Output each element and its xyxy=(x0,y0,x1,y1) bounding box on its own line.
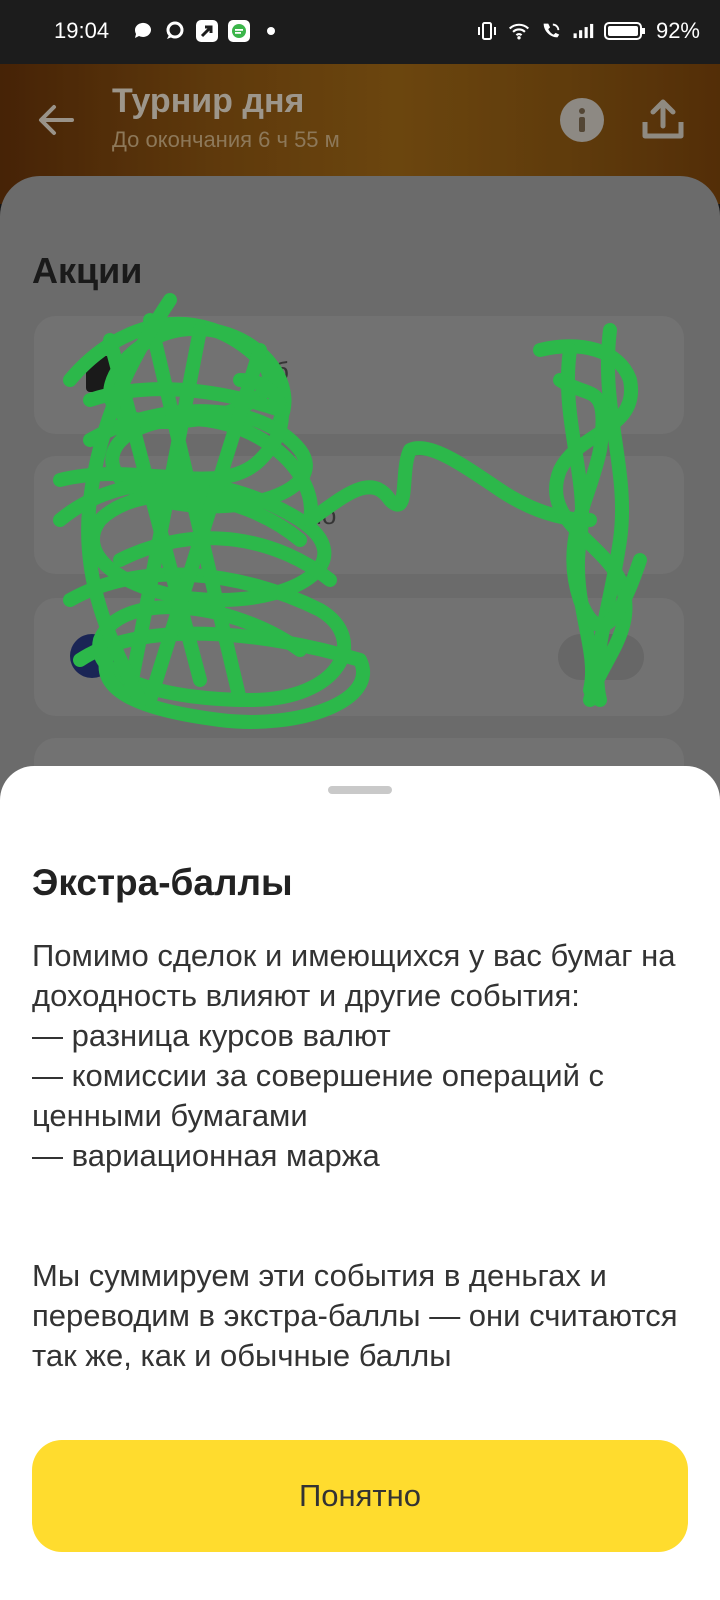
sheet-list-item: — разница курсов валют xyxy=(32,1018,391,1053)
status-bar: 19:04 92% xyxy=(0,0,720,64)
chat-app-icon xyxy=(228,20,250,42)
vibrate-icon xyxy=(476,20,498,42)
sheet-body: Помимо сделок и имеющихся у вас бумаг на… xyxy=(32,936,692,1176)
chat-bubble-icon xyxy=(132,20,154,42)
wifi-icon xyxy=(508,20,530,42)
sheet-title: Экстра-баллы xyxy=(32,862,293,903)
message-icon xyxy=(164,20,186,42)
battery-icon xyxy=(603,20,646,42)
sheet-intro: Помимо сделок и имеющихся у вас бумаг на… xyxy=(32,938,676,1013)
battery-percent: 92% xyxy=(655,18,700,43)
signal-icon xyxy=(572,20,594,42)
bottom-sheet: Экстра-баллы Помимо сделок и имеющихся у… xyxy=(0,766,720,1600)
sheet-handle[interactable] xyxy=(328,786,392,794)
notification-icons xyxy=(132,20,282,42)
sheet-list-item: — вариационная маржа xyxy=(32,1138,380,1173)
sheet-list-item: — комиссии за совершение операций с ценн… xyxy=(32,1058,605,1133)
clock: 19:04 xyxy=(54,18,110,43)
arrow-up-right-icon xyxy=(196,20,218,42)
ok-button[interactable]: Понятно xyxy=(32,1440,688,1552)
wifi-call-icon xyxy=(540,20,562,42)
sheet-paragraph: Мы суммируем эти события в деньгах и пер… xyxy=(32,1258,678,1373)
dot-icon xyxy=(260,20,282,42)
system-icons: 92% xyxy=(476,18,700,44)
